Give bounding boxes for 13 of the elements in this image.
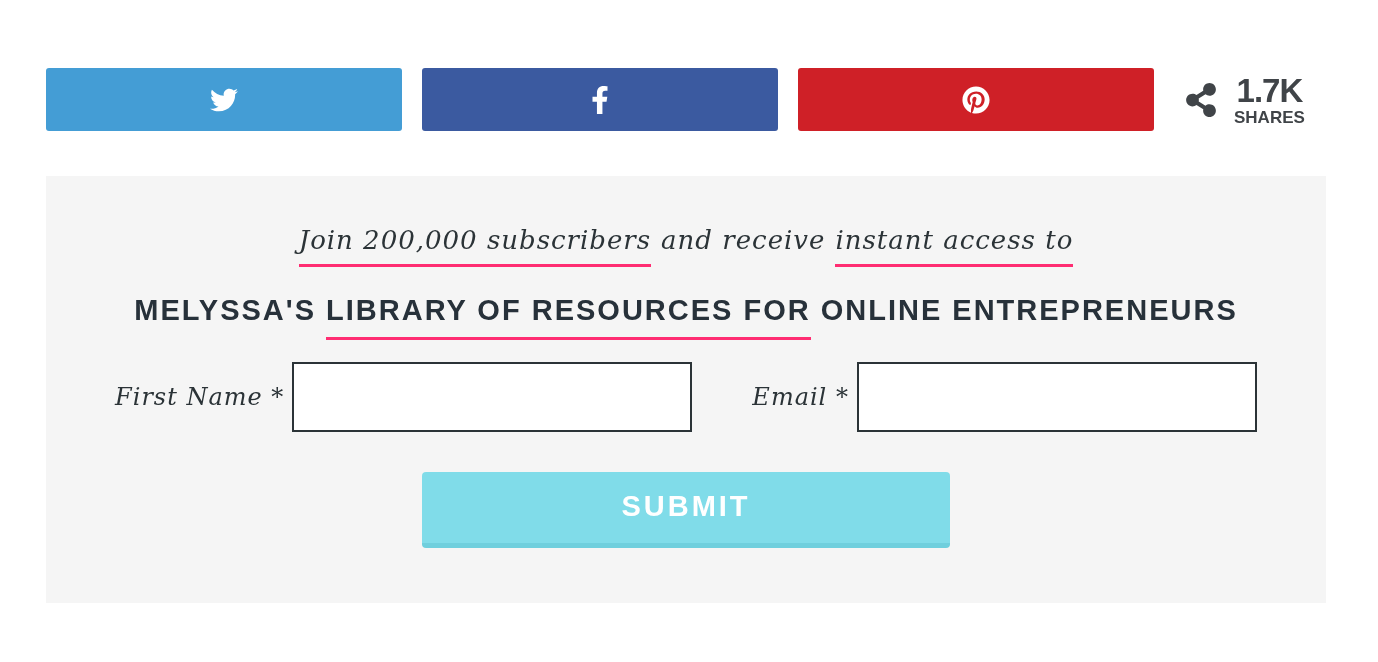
share-button[interactable] bbox=[798, 68, 1154, 131]
input-field[interactable] bbox=[856, 361, 1257, 432]
share-count: 1.7K bbox=[1236, 73, 1303, 107]
share-icon bbox=[1186, 82, 1216, 117]
submit-button[interactable]: SUBMIT bbox=[422, 471, 950, 548]
share-button[interactable] bbox=[422, 68, 778, 131]
share-label: SHARES bbox=[1234, 108, 1305, 126]
headline: MELYSSA'S LIBRARY OF RESOURCES FOR ONLINE ENTREPRENEURS bbox=[134, 289, 1238, 340]
field-label: First Name * bbox=[115, 381, 285, 413]
input-field[interactable] bbox=[292, 361, 693, 432]
share-button[interactable] bbox=[46, 68, 402, 131]
field-label: Email * bbox=[752, 381, 849, 413]
pinterest-icon bbox=[962, 85, 990, 114]
